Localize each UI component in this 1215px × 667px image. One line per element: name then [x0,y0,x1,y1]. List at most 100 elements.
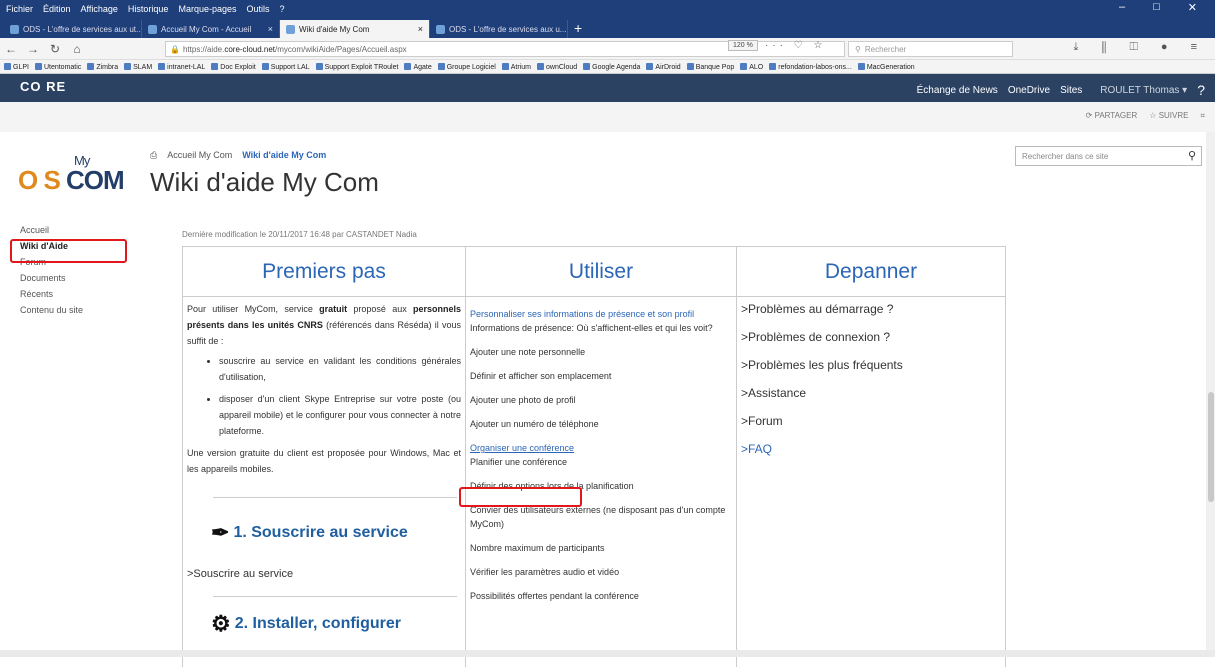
logo-os: O S [18,165,61,195]
new-tab-button[interactable]: + [574,20,582,36]
url-path: /mycom/wikiAide/Pages/Accueil.aspx [275,44,407,54]
search-placeholder: Rechercher [864,44,907,54]
zoom-indicator[interactable]: 120 % [728,40,758,51]
divider [213,596,457,597]
bookmark-item[interactable]: intranet-LAL [158,63,205,71]
link-possibilites-conference[interactable]: Possibilités offertes pendant la confére… [470,589,732,613]
user-menu[interactable]: ROULET Thomas ▾ [1100,85,1187,96]
close-tab-icon[interactable]: × [268,24,273,34]
back-button[interactable]: ← [0,42,22,56]
bookmark-item[interactable]: Support LAL [262,63,310,71]
toolbar-icons[interactable]: ⤓ ⫼ ◫ ● ≡ [1073,41,1207,54]
column-utiliser: Utiliser Personnaliser ses informations … [465,247,736,667]
menu-marque-pages[interactable]: Marque-pages [178,4,236,14]
bookmark-item[interactable]: Zimbra [87,63,118,71]
souscrire-link[interactable]: >Souscrire au service [187,568,465,580]
share-button[interactable]: ⟳ PARTAGER [1086,111,1138,121]
breadcrumb: ⎙ Accueil My Com Wiki d'aide My Com [150,150,326,161]
link-problemes-demarrage[interactable]: >Problèmes au démarrage ? [741,301,1001,329]
minimize-button[interactable]: – [1119,1,1125,14]
scrollbar-thumb[interactable] [1208,392,1214,502]
link-emplacement[interactable]: Définir et afficher son emplacement [470,369,732,393]
core-logo[interactable]: CO RE [20,79,66,94]
site-favicon-icon [10,24,19,34]
depanner-list: >Problèmes au démarrage ? >Problèmes de … [737,297,1005,469]
tab-accueil-mycom[interactable]: Accueil My Com - Accueil × [142,20,280,38]
bookmark-item[interactable]: Utentomatic [35,63,81,71]
bookmark-item[interactable]: Google Agenda [583,63,640,71]
tab-wiki-aide[interactable]: Wiki d'aide My Com × [280,20,430,38]
bookmark-item[interactable]: Banque Pop [687,63,735,71]
bookmark-item[interactable]: refondation-labos-ons... [769,63,852,71]
highlight-box-planifier [459,487,582,507]
suite-link-sites[interactable]: Sites [1060,85,1082,96]
column-title: Premiers pas [183,247,465,297]
link-forum[interactable]: >Forum [741,413,1001,441]
page-actions-icon[interactable]: ··· ♡ ☆ [765,40,826,51]
menu-fichier[interactable]: Fichier [6,4,33,14]
nav-item-contenu[interactable]: Contenu du site [20,302,83,318]
heading-organiser-conference[interactable]: Organiser une conférence [470,441,732,455]
link-nombre-participants[interactable]: Nombre maximum de participants [470,541,732,565]
menu-outils[interactable]: Outils [247,4,270,14]
breadcrumb-current[interactable]: Wiki d'aide My Com [242,150,326,161]
tab-ods-2[interactable]: ODS - L'offre de services aux u...× [430,20,568,38]
bookmark-item[interactable]: GLPI [4,63,29,71]
breadcrumb-home[interactable]: Accueil My Com [167,150,232,161]
menu-affichage[interactable]: Affichage [81,4,118,14]
link-planifier-conference[interactable]: Planifier une conférence [470,455,732,479]
link-informations-presence[interactable]: Informations de présence: Où s'affichent… [470,321,732,345]
bookmark-item[interactable]: ownCloud [537,63,577,71]
bookmark-item[interactable]: Atrium [502,63,531,71]
bookmark-item[interactable]: Groupe Logiciel [438,63,496,71]
close-tab-icon[interactable]: × [418,24,423,34]
bookmark-item[interactable]: Support Exploit TRoulet [316,63,399,71]
bookmark-item[interactable]: Doc Exploit [211,63,255,71]
site-logo[interactable]: O S COM My [18,153,125,196]
site-search-input[interactable]: Rechercher dans ce site ⚲ [1015,146,1202,166]
suite-link-echange-news[interactable]: Échange de News [917,85,998,96]
menu-bar: Fichier Édition Affichage Historique Mar… [0,0,1215,18]
link-problemes-frequents[interactable]: >Problèmes les plus fréquents [741,357,1001,385]
help-button[interactable]: ? [1197,82,1205,98]
bookmark-item[interactable]: Agate [404,63,431,71]
link-parametres-audio-video[interactable]: Vérifier les paramètres audio et vidéo [470,565,732,589]
bookmark-item[interactable]: SLAM [124,63,152,71]
vertical-scrollbar[interactable] [1206,132,1215,650]
horizontal-scrollbar[interactable] [0,650,1215,657]
navigation-bar: ← → ↻ ⌂ 🔒 https://aide. core-cloud.net/my… [0,38,1215,60]
link-numero-telephone[interactable]: Ajouter un numéro de téléphone [470,417,732,441]
nav-item-accueil[interactable]: Accueil [20,222,83,238]
bookmark-item[interactable]: ALO [740,63,763,71]
reload-button[interactable]: ↻ [44,42,66,56]
search-icon[interactable]: ⚲ [1188,149,1196,162]
intro-text: proposé aux [347,304,413,314]
intro-paragraph: Pour utiliser MyCom, service gratuit pro… [183,297,465,477]
link-assistance[interactable]: >Assistance [741,385,1001,413]
nav-item-documents[interactable]: Documents [20,270,83,286]
home-button[interactable]: ⌂ [66,42,88,56]
menu-aide[interactable]: ? [280,4,285,14]
nav-item-recents[interactable]: Récents [20,286,83,302]
menu-historique[interactable]: Historique [128,4,169,14]
suite-link-onedrive[interactable]: OneDrive [1008,85,1050,96]
link-faq[interactable]: >FAQ [741,441,1001,469]
follow-button[interactable]: ☆ SUIVRE [1149,111,1188,121]
focus-icon[interactable]: ⌗ [1200,111,1205,121]
requirements-list: souscrire au service en validant les con… [187,353,461,439]
link-note-personnelle[interactable]: Ajouter une note personnelle [470,345,732,369]
link-utilisateurs-externes[interactable]: Convier des utilisateurs externes (ne di… [470,503,732,541]
maximize-button[interactable]: □ [1153,1,1160,14]
browser-search-input[interactable]: ⚲ Rechercher [848,41,1013,57]
close-window-button[interactable]: ✕ [1188,1,1197,14]
heading-personnaliser[interactable]: Personnaliser ses informations de présen… [470,307,732,321]
menu-edition[interactable]: Édition [43,4,71,14]
forward-button[interactable]: → [22,42,44,56]
bookmark-item[interactable]: MacGeneration [858,63,915,71]
intro-text: Pour utiliser MyCom, service [187,304,320,314]
divider [213,497,457,498]
link-photo-profil[interactable]: Ajouter une photo de profil [470,393,732,417]
tab-ods-1[interactable]: ODS - L'offre de services aux ut...× [4,20,142,38]
link-problemes-connexion[interactable]: >Problèmes de connexion ? [741,329,1001,357]
bookmark-item[interactable]: AirDroid [646,63,680,71]
